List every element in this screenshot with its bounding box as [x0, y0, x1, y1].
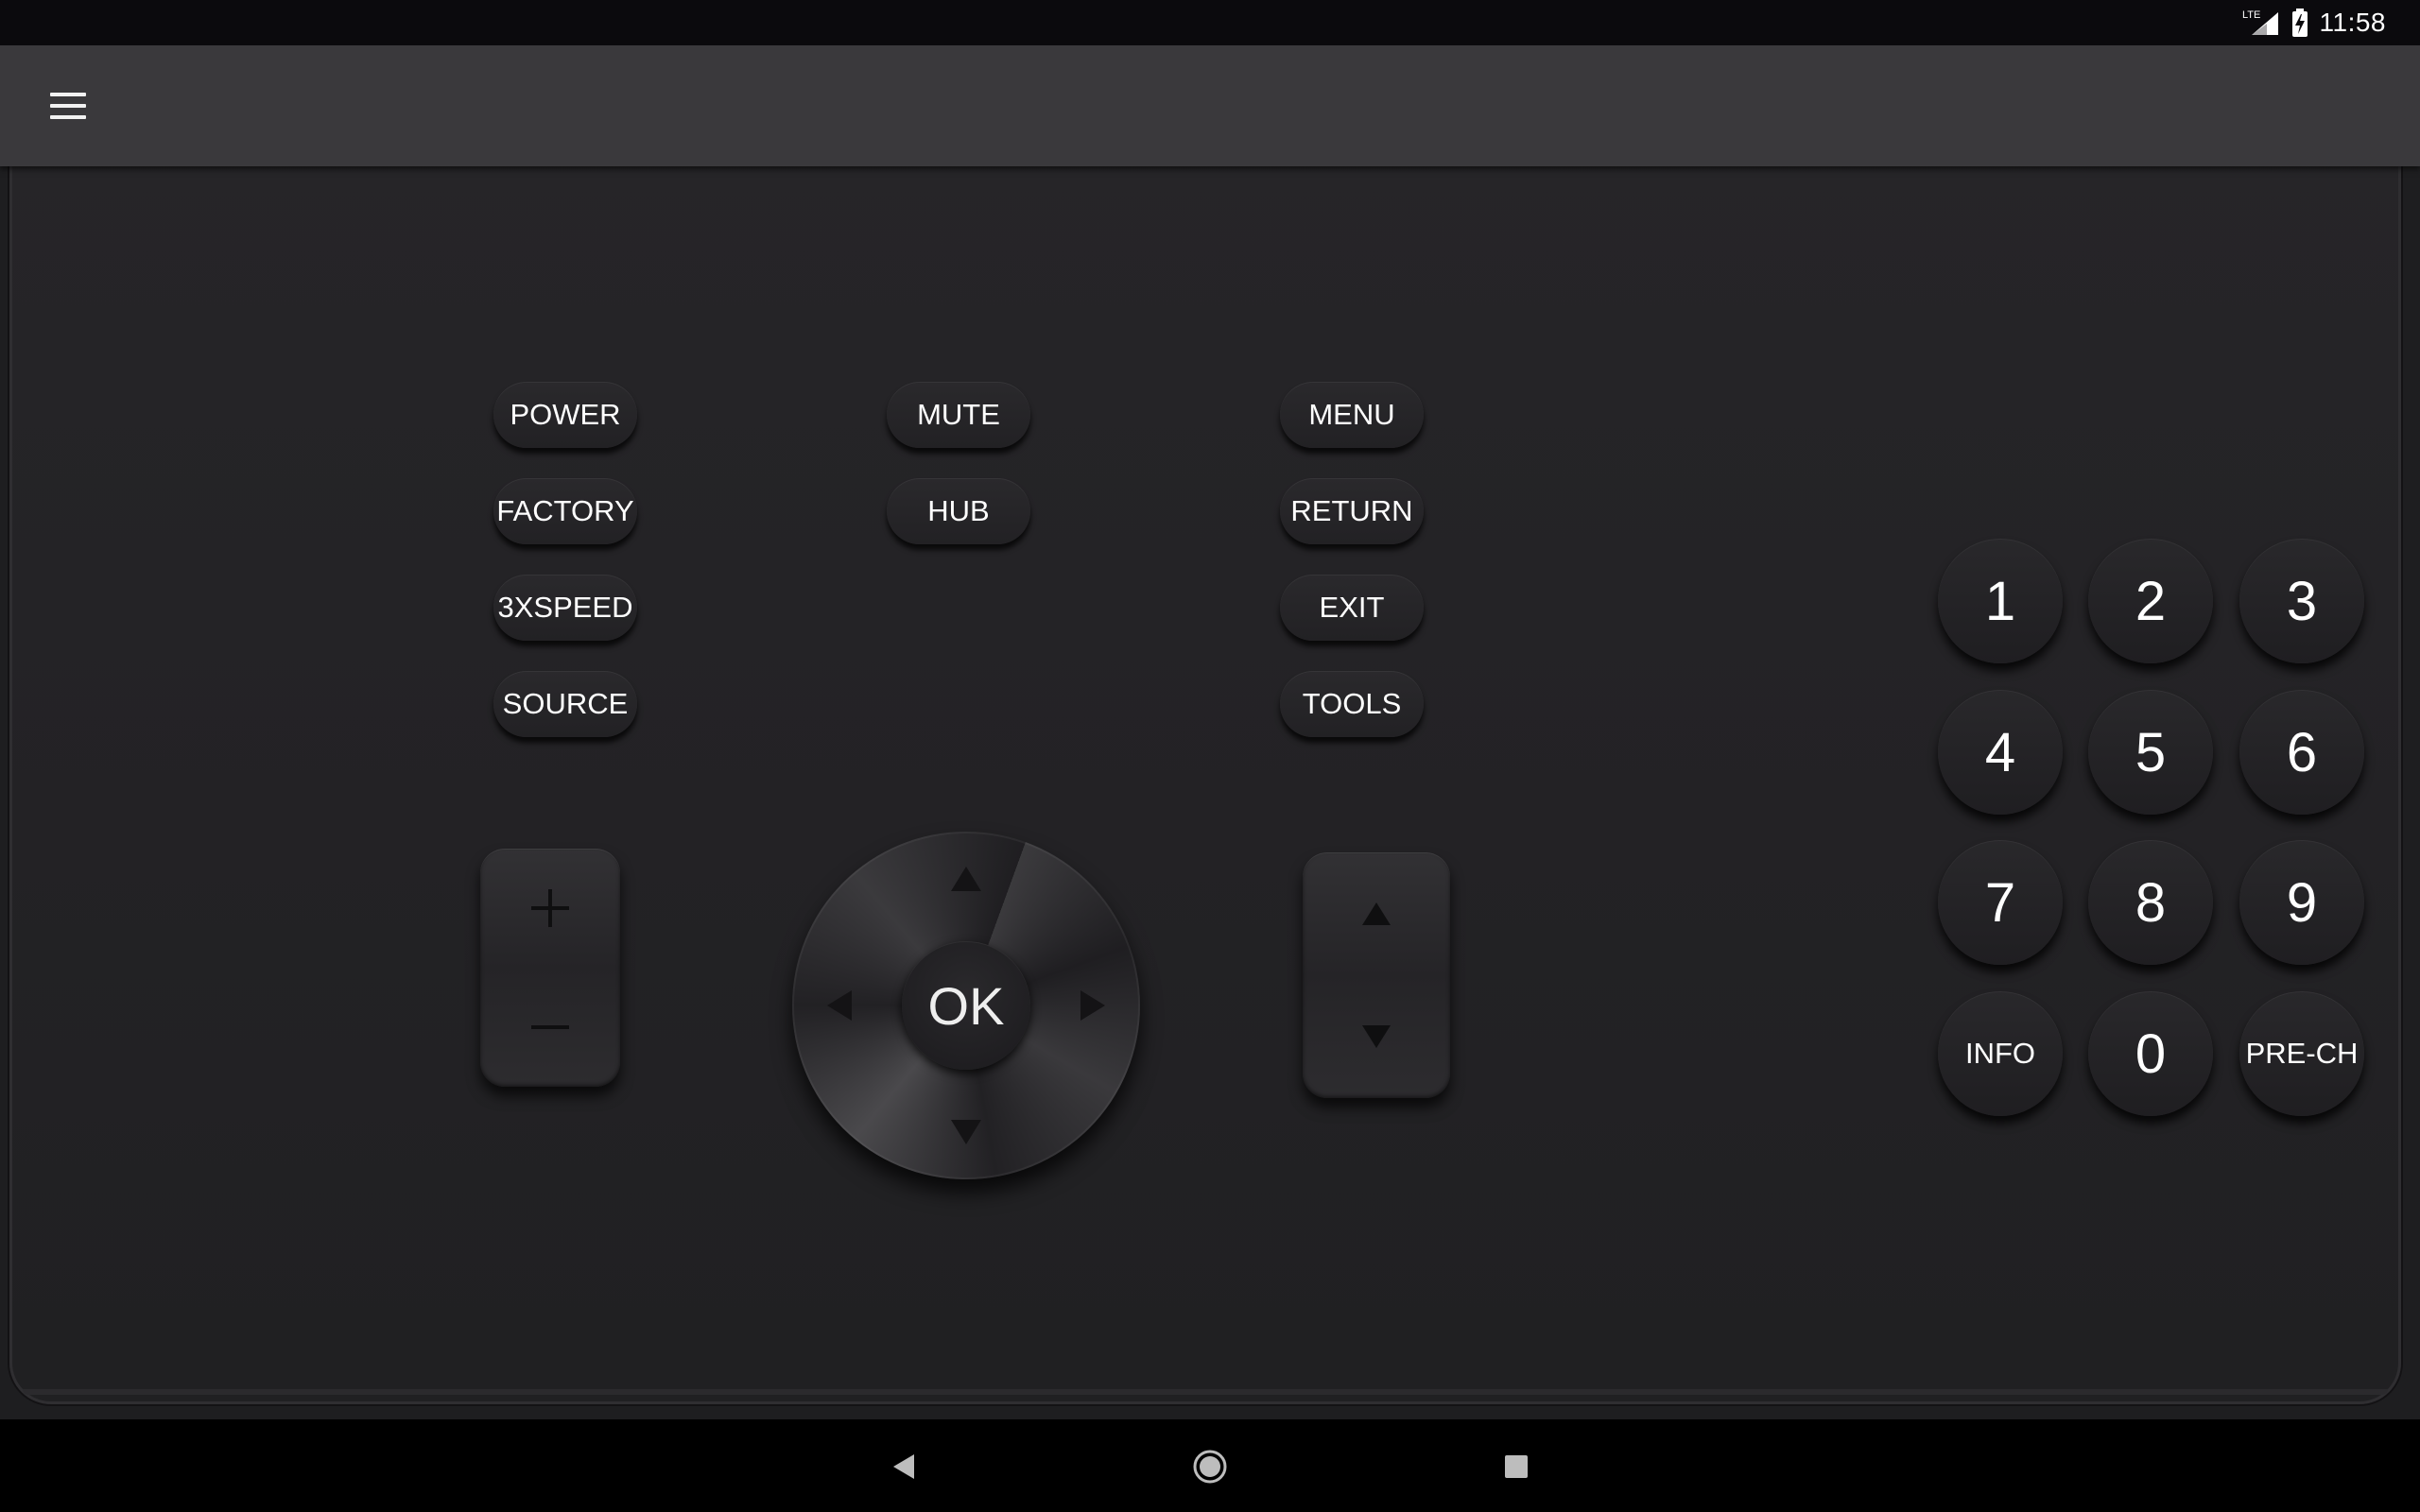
key-4[interactable]: 4	[1938, 690, 2063, 815]
arrow-down-icon	[951, 1120, 981, 1144]
recents-icon[interactable]	[1488, 1440, 1545, 1493]
plus-icon	[531, 889, 569, 927]
battery-charging-icon	[2291, 9, 2308, 37]
key-5[interactable]: 5	[2088, 690, 2213, 815]
dpad-right-button[interactable]	[1064, 977, 1121, 1034]
arrow-right-icon	[1080, 990, 1105, 1021]
channel-rocker	[1303, 852, 1450, 1098]
exit-button[interactable]: EXIT	[1280, 575, 1424, 641]
status-bar: LTE 11:58	[0, 0, 2420, 45]
key-6[interactable]: 6	[2239, 690, 2364, 815]
key-7[interactable]: 7	[1938, 840, 2063, 965]
menu-button[interactable]: MENU	[1280, 382, 1424, 448]
key-2[interactable]: 2	[2088, 539, 2213, 663]
clock: 11:58	[2319, 8, 2386, 37]
network-type-label: LTE	[2242, 9, 2260, 21]
pre-ch-button[interactable]: PRE-CH	[2239, 991, 2364, 1116]
key-8[interactable]: 8	[2088, 840, 2213, 965]
triangle-down-icon	[1362, 1025, 1391, 1048]
channel-down-button[interactable]	[1303, 975, 1450, 1098]
ok-button[interactable]: OK	[902, 941, 1030, 1070]
status-icons: LTE 11:58	[2242, 0, 2387, 45]
key-1[interactable]: 1	[1938, 539, 2063, 663]
dpad: OK	[792, 832, 1140, 1179]
power-button[interactable]: POWER	[493, 382, 637, 448]
volume-down-button[interactable]	[480, 968, 620, 1087]
app-bar	[0, 45, 2420, 166]
back-icon[interactable]	[875, 1440, 932, 1493]
navigation-bar	[0, 1419, 2420, 1512]
info-button[interactable]: INFO	[1938, 991, 2063, 1116]
triangle-up-icon	[1362, 902, 1391, 925]
volume-rocker	[480, 849, 620, 1087]
lte-signal-icon: LTE	[2242, 9, 2278, 35]
dpad-down-button[interactable]	[938, 1104, 994, 1160]
mute-button[interactable]: MUTE	[887, 382, 1030, 448]
hub-button[interactable]: HUB	[887, 478, 1030, 544]
arrow-up-icon	[951, 867, 981, 891]
panel-edge	[23, 1389, 2388, 1395]
dpad-left-button[interactable]	[811, 977, 868, 1034]
volume-up-button[interactable]	[480, 849, 620, 968]
channel-up-button[interactable]	[1303, 852, 1450, 975]
arrow-left-icon	[827, 990, 852, 1021]
key-9[interactable]: 9	[2239, 840, 2364, 965]
factory-button[interactable]: FACTORY	[493, 478, 637, 544]
key-0[interactable]: 0	[2088, 991, 2213, 1116]
hamburger-menu-icon[interactable]	[32, 76, 104, 136]
home-icon[interactable]	[1182, 1440, 1238, 1493]
tools-button[interactable]: TOOLS	[1280, 671, 1424, 737]
minus-icon	[531, 1025, 569, 1029]
source-button[interactable]: SOURCE	[493, 671, 637, 737]
3xspeed-button[interactable]: 3XSPEED	[493, 575, 637, 641]
return-button[interactable]: RETURN	[1280, 478, 1424, 544]
key-3[interactable]: 3	[2239, 539, 2364, 663]
dpad-up-button[interactable]	[938, 850, 994, 907]
